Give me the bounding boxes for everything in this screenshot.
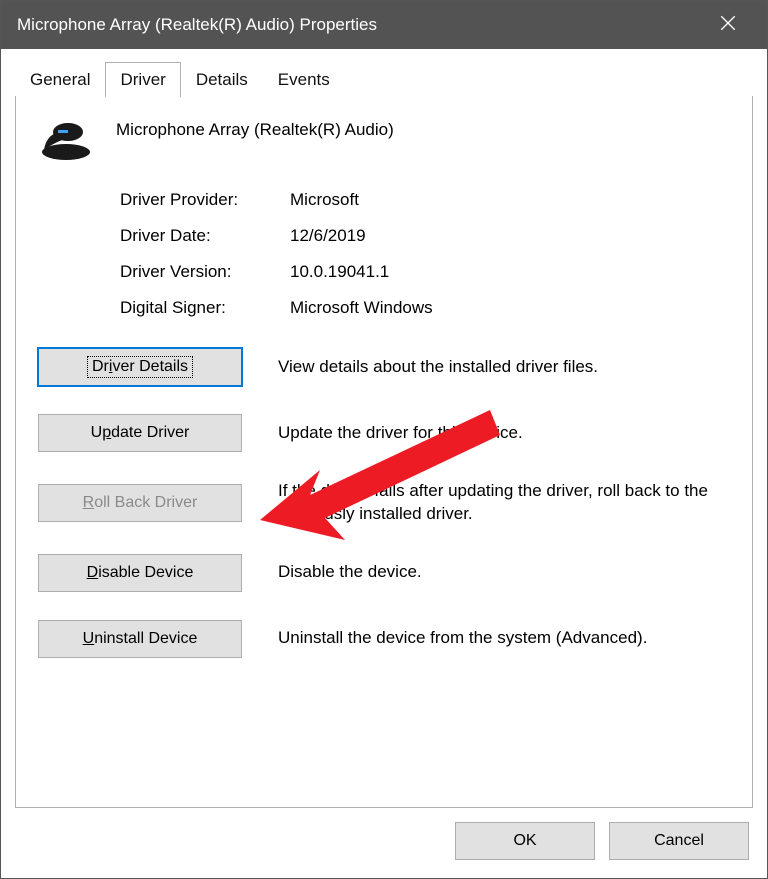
rollback-driver-button: Roll Back Driver bbox=[38, 484, 242, 522]
ok-button[interactable]: OK bbox=[455, 822, 595, 860]
version-value: 10.0.19041.1 bbox=[290, 262, 730, 282]
microphone-device-icon bbox=[38, 118, 94, 162]
signer-label: Digital Signer: bbox=[120, 298, 290, 318]
tab-general[interactable]: General bbox=[15, 62, 105, 97]
uninstall-device-button[interactable]: Uninstall Device bbox=[38, 620, 242, 658]
window-title: Microphone Array (Realtek(R) Audio) Prop… bbox=[17, 15, 705, 35]
row-update-driver: Update Driver Update the driver for this… bbox=[38, 414, 730, 452]
device-header: Microphone Array (Realtek(R) Audio) bbox=[38, 118, 730, 162]
disable-device-desc: Disable the device. bbox=[278, 561, 730, 584]
version-label: Driver Version: bbox=[120, 262, 290, 282]
dialog-footer: OK Cancel bbox=[1, 808, 767, 878]
disable-device-button[interactable]: Disable Device bbox=[38, 554, 242, 592]
tab-details[interactable]: Details bbox=[181, 62, 263, 97]
row-uninstall-device: Uninstall Device Uninstall the device fr… bbox=[38, 620, 730, 658]
device-name: Microphone Array (Realtek(R) Audio) bbox=[116, 118, 394, 140]
provider-label: Driver Provider: bbox=[120, 190, 290, 210]
tab-strip: General Driver Details Events bbox=[1, 49, 767, 96]
driver-info: Driver Provider: Microsoft Driver Date: … bbox=[120, 190, 730, 318]
tab-driver[interactable]: Driver bbox=[105, 62, 180, 97]
update-driver-desc: Update the driver for this device. bbox=[278, 422, 730, 445]
provider-value: Microsoft bbox=[290, 190, 730, 210]
driver-details-desc: View details about the installed driver … bbox=[278, 356, 730, 379]
tab-content: Microphone Array (Realtek(R) Audio) Driv… bbox=[15, 96, 753, 808]
titlebar: Microphone Array (Realtek(R) Audio) Prop… bbox=[1, 1, 767, 49]
cancel-button[interactable]: Cancel bbox=[609, 822, 749, 860]
tab-events[interactable]: Events bbox=[263, 62, 345, 97]
close-icon bbox=[719, 14, 737, 32]
properties-window: Microphone Array (Realtek(R) Audio) Prop… bbox=[0, 0, 768, 879]
signer-value: Microsoft Windows bbox=[290, 298, 730, 318]
row-driver-details: Driver Details View details about the in… bbox=[38, 348, 730, 386]
driver-details-button[interactable]: Driver Details bbox=[38, 348, 242, 386]
row-rollback-driver: Roll Back Driver If the device fails aft… bbox=[38, 480, 730, 526]
action-buttons: Driver Details View details about the in… bbox=[38, 348, 730, 658]
row-disable-device: Disable Device Disable the device. bbox=[38, 554, 730, 592]
uninstall-device-desc: Uninstall the device from the system (Ad… bbox=[278, 627, 730, 650]
close-button[interactable] bbox=[705, 14, 751, 37]
date-value: 12/6/2019 bbox=[290, 226, 730, 246]
rollback-driver-desc: If the device fails after updating the d… bbox=[278, 480, 730, 526]
update-driver-button[interactable]: Update Driver bbox=[38, 414, 242, 452]
date-label: Driver Date: bbox=[120, 226, 290, 246]
